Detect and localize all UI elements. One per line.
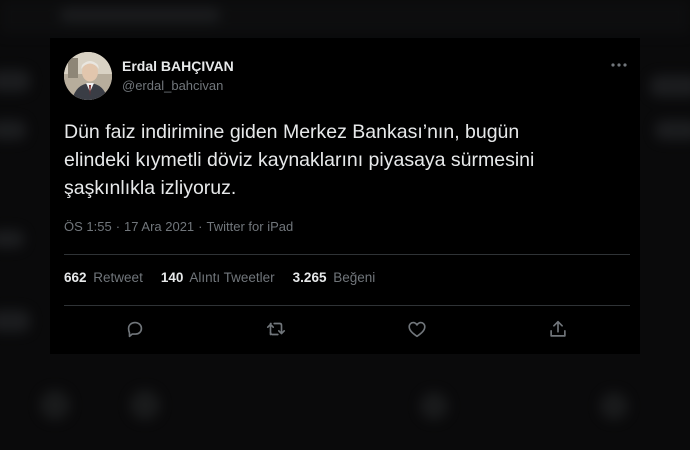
background-blur-shape — [650, 75, 690, 97]
retweet-icon[interactable] — [265, 318, 287, 340]
avatar[interactable] — [64, 52, 112, 100]
meta-separator: · — [198, 219, 203, 234]
tweet-meta: ÖS 1:55 · 17 Ara 2021 · Twitter for iPad — [64, 219, 293, 234]
more-dots-icon[interactable] — [610, 56, 628, 74]
background-blur-shape — [420, 392, 448, 420]
screenshot-stage: Erdal BAHÇIVAN @erdal_bahcivan Dün faiz … — [0, 0, 690, 450]
tweet-date[interactable]: 17 Ara 2021 — [124, 219, 194, 234]
background-blur-shape — [600, 392, 628, 420]
author-handle[interactable]: @erdal_bahcivan — [122, 78, 223, 93]
background-blur-shape — [130, 390, 160, 420]
retweets-label: Retweet — [93, 270, 143, 285]
author-name[interactable]: Erdal BAHÇIVAN — [122, 58, 234, 74]
reply-icon[interactable] — [124, 318, 146, 340]
tweet-text-line: şaşkınlıkla izliyoruz. — [64, 177, 237, 199]
retweets-stat[interactable]: 662 Retweet — [64, 270, 143, 285]
tweet-text: Dün faiz indirimine giden Merkez Bankası… — [64, 118, 634, 202]
tweet-text-line: elindeki kıymetli döviz kaynaklarını piy… — [64, 149, 535, 171]
divider — [64, 305, 630, 306]
tweet-actions — [64, 318, 630, 342]
quotes-label: Alıntı Tweetler — [189, 270, 275, 285]
background-blur-shape — [60, 8, 220, 22]
share-icon[interactable] — [547, 318, 569, 340]
background-blur-shape — [0, 70, 30, 92]
background-blur-shape — [0, 230, 24, 248]
background-blur-shape — [655, 120, 690, 140]
background-blur-shape — [0, 310, 30, 332]
background-blur-shape — [0, 120, 26, 140]
background-blur-shape — [40, 390, 70, 420]
tweet-stats: 662 Retweet 140 Alıntı Tweetler 3.265 Be… — [64, 270, 375, 285]
quotes-count: 140 — [160, 270, 184, 285]
quotes-stat[interactable]: 140 Alıntı Tweetler — [161, 270, 275, 285]
tweet-source[interactable]: Twitter for iPad — [207, 219, 294, 234]
tweet-time[interactable]: ÖS 1:55 — [64, 219, 112, 234]
meta-separator: · — [115, 219, 121, 234]
tweet-text-line: Dün faiz indirimine giden Merkez Bankası… — [64, 121, 520, 143]
likes-label: Beğeni — [333, 270, 376, 285]
avatar-portrait-icon — [64, 52, 112, 100]
tweet-card: Erdal BAHÇIVAN @erdal_bahcivan Dün faiz … — [50, 38, 640, 354]
likes-count: 3.265 — [292, 270, 327, 285]
heart-icon[interactable] — [406, 318, 428, 340]
divider — [64, 254, 630, 255]
retweets-count: 662 — [64, 270, 87, 285]
likes-stat[interactable]: 3.265 Beğeni — [293, 270, 376, 285]
